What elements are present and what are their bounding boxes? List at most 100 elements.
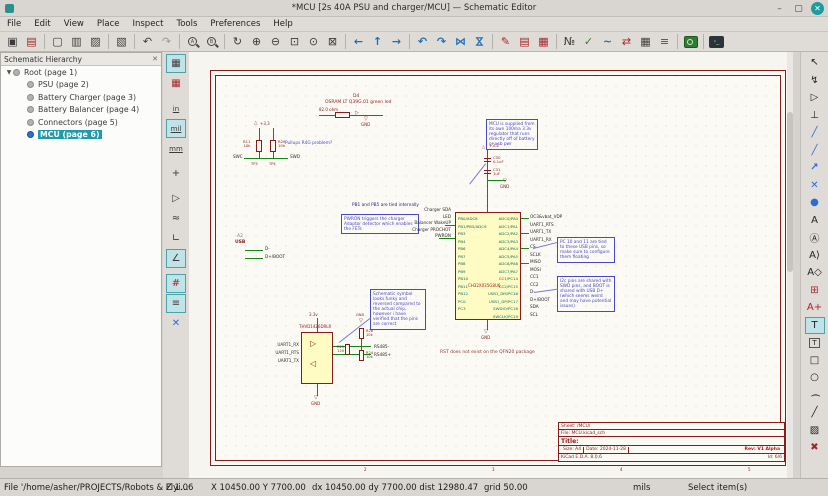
units-inches-button[interactable]: in bbox=[166, 99, 186, 118]
capacitor[interactable] bbox=[484, 158, 491, 162]
net-label-swc[interactable]: SWC bbox=[233, 155, 243, 160]
capacitor[interactable] bbox=[484, 170, 491, 174]
properties-panel-button[interactable]: ✕ bbox=[166, 314, 186, 333]
add-rectangle-button[interactable]: □ bbox=[805, 352, 825, 370]
undo-button[interactable]: ↶ bbox=[138, 33, 157, 51]
grid-override-button[interactable]: ▦ bbox=[166, 74, 186, 93]
expand-arrow-icon[interactable]: ▼ bbox=[5, 69, 13, 76]
rs485-right-labels[interactable]: RS485- RS485+ bbox=[374, 343, 391, 359]
bom-export-button[interactable]: ≡ bbox=[655, 33, 674, 51]
hierarchy-item-connectors[interactable]: Connectors (page 5) bbox=[1, 116, 161, 129]
add-textbox-button[interactable]: T bbox=[805, 334, 825, 352]
usb-ref[interactable]: A2 bbox=[237, 234, 243, 239]
resistor[interactable] bbox=[359, 328, 364, 339]
note-usb-pins[interactable]: PC 10 and 11 are tied to these USB pins,… bbox=[557, 237, 615, 263]
hierarchy-item-battery-charger[interactable]: Battery Charger (page 3) bbox=[1, 91, 161, 104]
add-sheet-pin-button[interactable]: A+ bbox=[805, 299, 825, 317]
page-settings-button[interactable]: ▢ bbox=[48, 33, 67, 51]
schematic-canvas[interactable]: 2 3 4 5 D4 OSRAM LT Q39G.01 green led 82… bbox=[189, 52, 793, 478]
note-rst[interactable]: RST does not exist on the QFN20 package bbox=[440, 350, 550, 355]
usb-name[interactable]: USB bbox=[235, 240, 245, 245]
testpoint-label[interactable]: TP3 bbox=[251, 162, 258, 166]
free-angle-wires-button[interactable]: ≈ bbox=[166, 209, 186, 228]
hierarchy-panel-close-icon[interactable]: ✕ bbox=[152, 55, 158, 63]
maximize-button[interactable]: ▢ bbox=[792, 2, 805, 15]
add-circle-button[interactable]: ○ bbox=[805, 369, 825, 387]
hierarchy-item-battery-balancer[interactable]: Battery Balancer (page 4) bbox=[1, 104, 161, 117]
select-tool-button[interactable]: ↖ bbox=[805, 54, 825, 72]
net-label-swd[interactable]: SWD bbox=[290, 155, 300, 160]
led-description[interactable]: OSRAM LT Q39G.01 green led bbox=[325, 100, 391, 105]
mcu-right-net-labels-bottom[interactable]: CC1 CC2 D- D+/BOOT SDA SCL bbox=[530, 273, 550, 318]
add-wire-button[interactable]: ╱ bbox=[805, 124, 825, 142]
grid-visibility-button[interactable]: ▦ bbox=[166, 54, 186, 73]
edit-library-links-button[interactable]: ▤ bbox=[515, 33, 534, 51]
rs485-value[interactable]: THVD1426DRLR bbox=[299, 325, 331, 330]
save-button[interactable]: ▣ bbox=[3, 33, 22, 51]
zoom-objects-button[interactable]: ⊙ bbox=[304, 33, 323, 51]
menu-place[interactable]: Place bbox=[97, 19, 120, 29]
add-netclass-directive-button[interactable]: Ⓐ bbox=[805, 229, 825, 247]
no-connect-button[interactable]: ✕ bbox=[805, 177, 825, 195]
note-i2c[interactable]: I2c pins are shared with SWD pins, and B… bbox=[557, 276, 615, 312]
erc-button[interactable]: ✓ bbox=[579, 33, 598, 51]
led-ref[interactable]: D4 bbox=[353, 94, 359, 99]
add-arc-button[interactable]: ( bbox=[805, 387, 825, 405]
units-mils-button[interactable]: mil bbox=[166, 119, 186, 138]
print-button[interactable]: ▥ bbox=[67, 33, 86, 51]
add-image-button[interactable]: ▨ bbox=[805, 422, 825, 440]
find-button[interactable]: A bbox=[183, 33, 202, 51]
annotate-button[interactable]: № bbox=[560, 33, 579, 51]
net-label-d-minus[interactable]: D- bbox=[265, 247, 270, 252]
add-power-button[interactable]: ⊥ bbox=[805, 107, 825, 125]
add-bus-entry-button[interactable]: ↗ bbox=[805, 159, 825, 177]
hierarchy-item-root[interactable]: ▼ Root (page 1) bbox=[1, 66, 161, 79]
mcu-left-net-labels[interactable]: Charger SDA LED Balancer WakeUP Charger … bbox=[387, 207, 451, 240]
rs485-left-labels[interactable]: UART1_RX UART1_RTS UART1_TX bbox=[263, 341, 299, 365]
edit-symbol-fields-button[interactable]: ✎ bbox=[496, 33, 515, 51]
show-hidden-pins-button[interactable]: ▷ bbox=[166, 189, 186, 208]
bom-table-button[interactable]: ▦ bbox=[636, 33, 655, 51]
rotate-cw-button[interactable]: ↷ bbox=[432, 33, 451, 51]
menu-preferences[interactable]: Preferences bbox=[210, 19, 260, 29]
units-mm-button[interactable]: mm bbox=[166, 139, 186, 158]
testpoint-label[interactable]: TP4 bbox=[269, 162, 276, 166]
menu-tools[interactable]: Tools bbox=[176, 19, 197, 29]
nav-up-button[interactable]: ↑ bbox=[368, 33, 387, 51]
full-cursor-button[interactable]: + bbox=[166, 164, 186, 183]
refresh-button[interactable]: ↻ bbox=[228, 33, 247, 51]
paste-button[interactable]: ▧ bbox=[112, 33, 131, 51]
open-pcb-editor-button[interactable] bbox=[681, 33, 700, 51]
add-junction-button[interactable]: ● bbox=[805, 194, 825, 212]
hv-wires-button[interactable]: ∟ bbox=[166, 229, 186, 248]
schematic-setup-button[interactable]: ▤ bbox=[22, 33, 41, 51]
zoom-selection-button[interactable]: ⊠ bbox=[323, 33, 342, 51]
menu-edit[interactable]: Edit bbox=[34, 19, 50, 29]
highlight-net-button[interactable]: ↯ bbox=[805, 72, 825, 90]
resistor[interactable] bbox=[256, 140, 262, 152]
mirror-vertical-button[interactable]: ⋈ bbox=[470, 33, 489, 51]
mcu-right-net-labels-top[interactable]: OC3&vbat_VDP UART1_RTS UART1_TX UART1_RX… bbox=[530, 213, 562, 273]
add-label-button[interactable]: A bbox=[805, 212, 825, 230]
resistor[interactable] bbox=[345, 344, 350, 355]
menu-inspect[interactable]: Inspect bbox=[132, 19, 163, 29]
hierarchy-item-psu[interactable]: PSU (page 2) bbox=[1, 79, 161, 92]
pullups-note[interactable]: Pullups R4G problem? bbox=[285, 141, 332, 146]
nav-back-button[interactable]: ← bbox=[349, 33, 368, 51]
mirror-horizontal-button[interactable]: ⋈ bbox=[451, 33, 470, 51]
nav-forward-button[interactable]: → bbox=[387, 33, 406, 51]
menu-help[interactable]: Help bbox=[273, 19, 292, 29]
minimize-button[interactable]: – bbox=[773, 2, 786, 15]
add-bus-button[interactable]: ╱ bbox=[805, 142, 825, 160]
resistor[interactable] bbox=[359, 350, 364, 361]
add-sheet-button[interactable]: ⊞ bbox=[805, 282, 825, 300]
hierarchy-navigator-button[interactable]: ≡ bbox=[166, 294, 186, 313]
net-label-d-plus[interactable]: D+/BOOT bbox=[265, 255, 285, 260]
canvas-scrollbar[interactable] bbox=[787, 52, 793, 478]
annotate-auto-button[interactable]: # bbox=[166, 274, 186, 293]
rs485-symbol[interactable]: ▷ ◁ bbox=[301, 332, 333, 384]
add-global-label-button[interactable]: A⟩ bbox=[805, 247, 825, 265]
find-replace-button[interactable]: B bbox=[202, 33, 221, 51]
scripting-console-button[interactable]: ›_ bbox=[707, 33, 726, 51]
add-text-button[interactable]: T bbox=[805, 317, 825, 335]
